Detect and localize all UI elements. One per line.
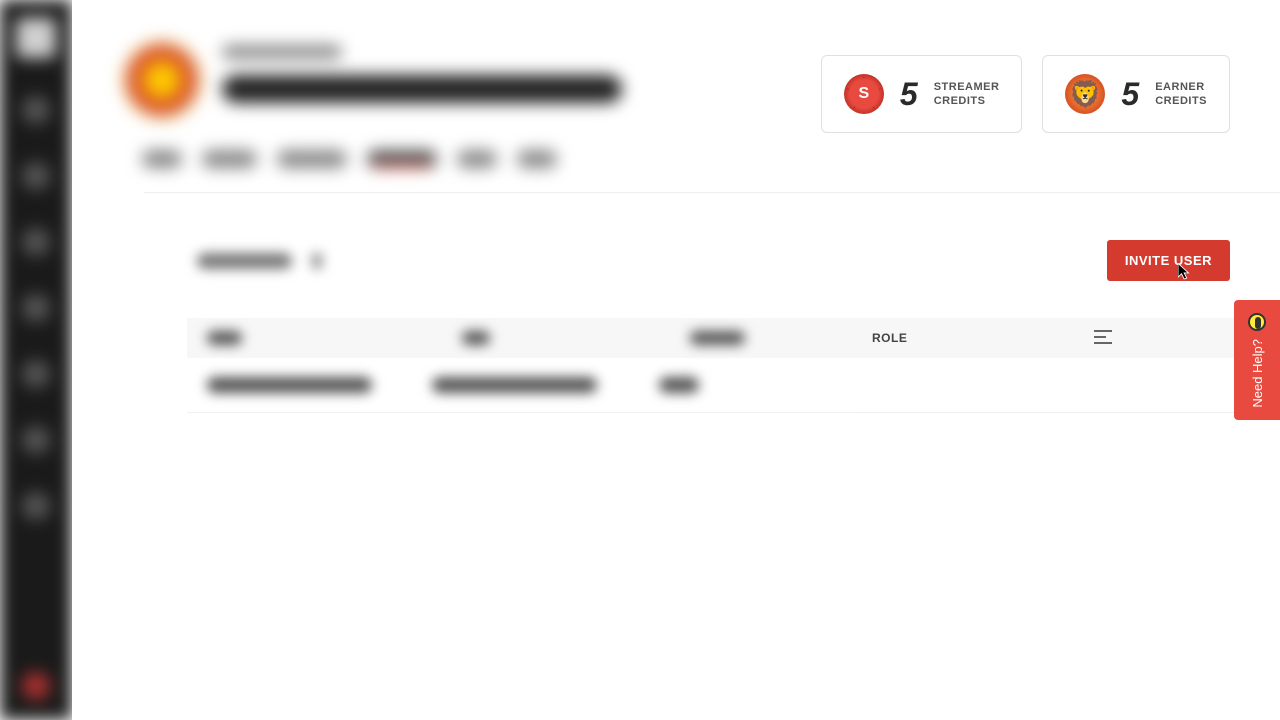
page-title-obscured — [222, 75, 622, 103]
table-cell-obscured — [659, 377, 699, 393]
sidebar-nav-item[interactable] — [22, 360, 50, 388]
table-header-role: ROLE — [872, 318, 907, 358]
header-divider — [144, 192, 1280, 193]
table-cell-obscured — [432, 377, 597, 393]
streamer-badge-icon: S — [844, 74, 884, 114]
sidebar-nav-item[interactable] — [22, 492, 50, 520]
table-header-obscured — [690, 331, 745, 345]
help-bee-icon — [1248, 313, 1266, 331]
profile-avatar[interactable] — [122, 40, 202, 120]
cursor-icon — [1178, 263, 1192, 281]
tab-item[interactable] — [457, 150, 497, 168]
table-header-obscured — [207, 331, 242, 345]
tab-item[interactable] — [202, 150, 257, 168]
streamer-credit-value: 5 — [900, 76, 918, 113]
earner-badge-icon: 🦁 — [1065, 74, 1105, 114]
table-header-obscured — [462, 331, 490, 345]
earner-credit-label: EARNER CREDITS — [1155, 80, 1207, 109]
sidebar-nav-item[interactable] — [22, 96, 50, 124]
breadcrumb-obscured — [222, 45, 342, 59]
credits-row: S 5 STREAMER CREDITS 🦁 5 EARNER CREDITS — [821, 55, 1230, 133]
users-table — [187, 318, 1280, 413]
section-count-obscured — [312, 253, 322, 269]
row-divider — [856, 412, 1280, 413]
sidebar-nav-item[interactable] — [22, 162, 50, 190]
streamer-credits-card[interactable]: S 5 STREAMER CREDITS — [821, 55, 1023, 133]
tabs-row — [122, 150, 1230, 168]
table-cell-obscured — [207, 377, 372, 393]
tab-item[interactable] — [142, 150, 182, 168]
earner-credits-card[interactable]: 🦁 5 EARNER CREDITS — [1042, 55, 1230, 133]
main-content: S 5 STREAMER CREDITS 🦁 5 EARNER CREDITS … — [72, 0, 1280, 720]
need-help-tab[interactable]: Need Help? — [1234, 300, 1280, 420]
earner-credit-value: 5 — [1121, 76, 1139, 113]
sidebar-nav-item[interactable] — [22, 426, 50, 454]
streamer-credit-label: STREAMER CREDITS — [934, 80, 1000, 109]
sidebar-nav-item[interactable] — [22, 294, 50, 322]
list-icon[interactable] — [1092, 328, 1114, 351]
tab-item[interactable] — [277, 150, 347, 168]
tab-item[interactable] — [517, 150, 557, 168]
help-label: Need Help? — [1250, 339, 1265, 408]
sidebar-bottom-item[interactable] — [22, 672, 50, 700]
invite-user-button[interactable]: INVITE USER — [1107, 240, 1230, 281]
table-row[interactable] — [187, 358, 1280, 413]
section-header: INVITE USER — [197, 240, 1230, 281]
table-header-row — [187, 318, 1280, 358]
sidebar-nav-item[interactable] — [22, 228, 50, 256]
tab-item-active[interactable] — [367, 150, 437, 168]
sidebar — [0, 0, 72, 720]
section-title-obscured — [197, 253, 292, 269]
app-logo[interactable] — [16, 18, 56, 58]
